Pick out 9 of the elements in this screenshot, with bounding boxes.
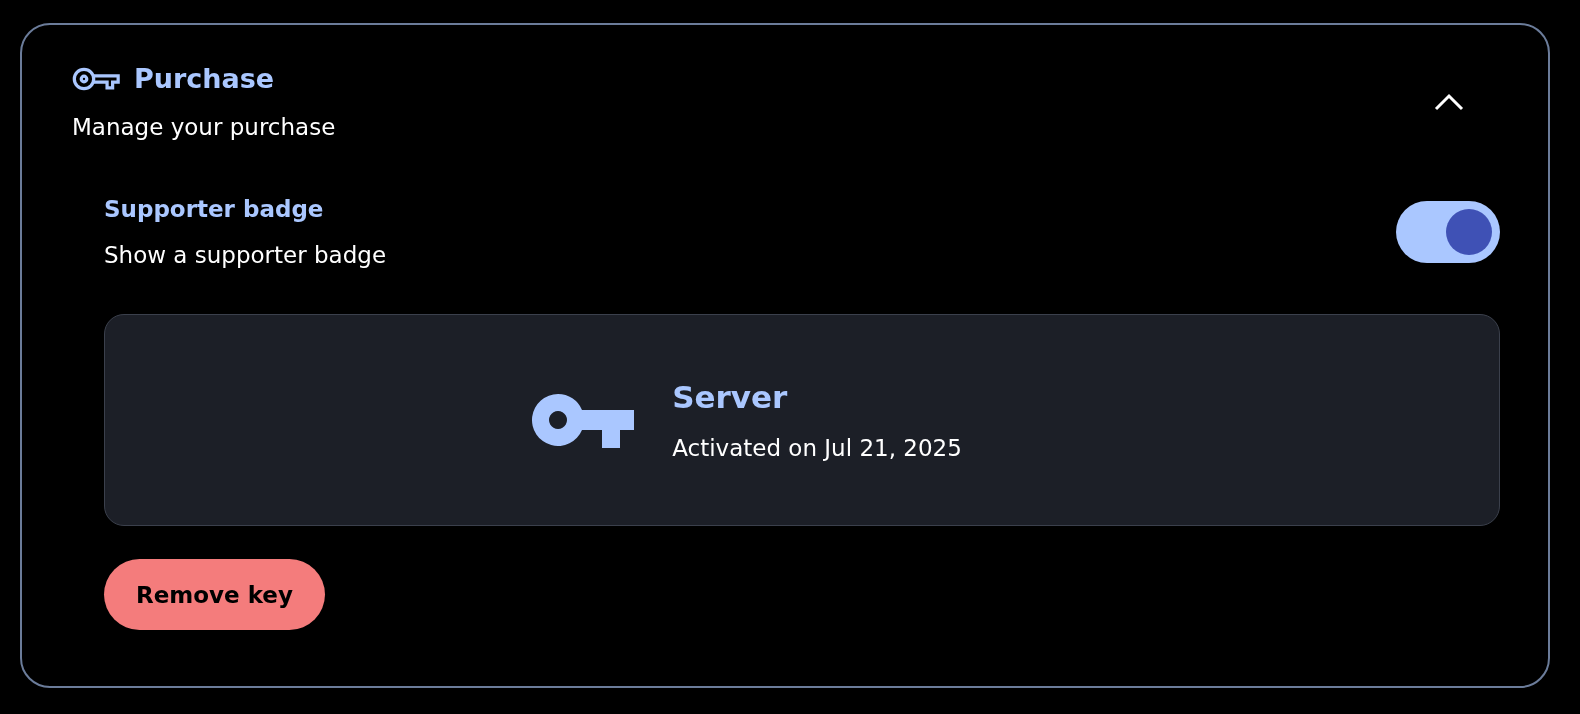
- license-status: Activated on Jul 21, 2025: [672, 435, 962, 461]
- section-title: Purchase: [134, 63, 275, 94]
- section-subtitle: Manage your purchase: [72, 114, 336, 140]
- key-icon: [532, 391, 637, 449]
- chevron-up-icon: [1434, 92, 1464, 111]
- license-name: Server: [672, 379, 789, 415]
- setting-description: Show a supporter badge: [104, 242, 387, 268]
- remove-key-button[interactable]: Remove key: [104, 559, 325, 630]
- setting-label: Supporter badge: [104, 196, 325, 222]
